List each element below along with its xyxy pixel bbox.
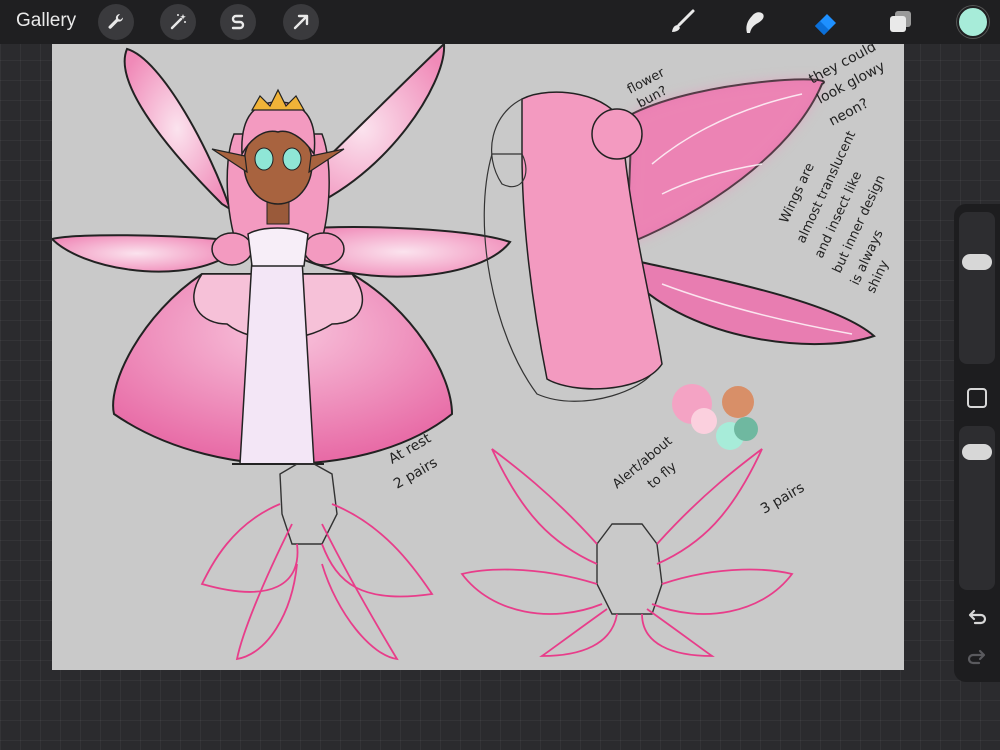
color-picker-button[interactable]: [957, 6, 989, 38]
note-three-pairs: 3 pairs: [758, 480, 807, 518]
transform-button[interactable]: [283, 4, 319, 40]
drawing-canvas[interactable]: flower bun? they could look glowy neon? …: [52, 44, 904, 670]
color-palette-sketch: [672, 384, 758, 450]
magic-wand-icon: [170, 14, 186, 30]
gallery-button[interactable]: Gallery: [16, 10, 76, 32]
modify-button[interactable]: [967, 388, 987, 408]
palette-color-tan: [722, 386, 754, 418]
layers-button[interactable]: [882, 4, 918, 40]
opacity-knob[interactable]: [962, 444, 992, 460]
palette-color-light-pink: [691, 408, 717, 434]
brush-size-slider[interactable]: [959, 212, 995, 364]
adjustments-button[interactable]: [160, 4, 196, 40]
selection-s-icon: [231, 14, 245, 30]
side-brush-bar: [954, 204, 1000, 682]
actions-wrench-button[interactable]: [98, 4, 134, 40]
brush-size-knob[interactable]: [962, 254, 992, 271]
redo-icon: [967, 649, 986, 665]
transform-arrow-icon: [293, 14, 309, 30]
artwork: flower bun? they could look glowy neon? …: [52, 44, 892, 661]
selection-button[interactable]: [220, 4, 256, 40]
palette-color-teal: [734, 417, 758, 441]
eraser-tool-button[interactable]: [808, 4, 844, 40]
redo-button[interactable]: [965, 646, 989, 670]
undo-icon: [968, 609, 987, 625]
smudge-tool-button[interactable]: [736, 4, 772, 40]
fairy-figure: [52, 44, 512, 466]
brush-icon: [672, 9, 695, 32]
layers-icon: [890, 11, 911, 32]
wrench-icon: [108, 13, 124, 29]
eraser-icon: [815, 14, 836, 35]
wings-at-rest-sketch: [200, 463, 434, 661]
opacity-slider[interactable]: [959, 426, 995, 590]
smudge-icon: [746, 12, 764, 33]
top-toolbar: Gallery: [0, 0, 1000, 44]
undo-button[interactable]: [965, 606, 989, 630]
profile-sketch: [483, 78, 876, 402]
brush-tool-button[interactable]: [664, 4, 700, 40]
